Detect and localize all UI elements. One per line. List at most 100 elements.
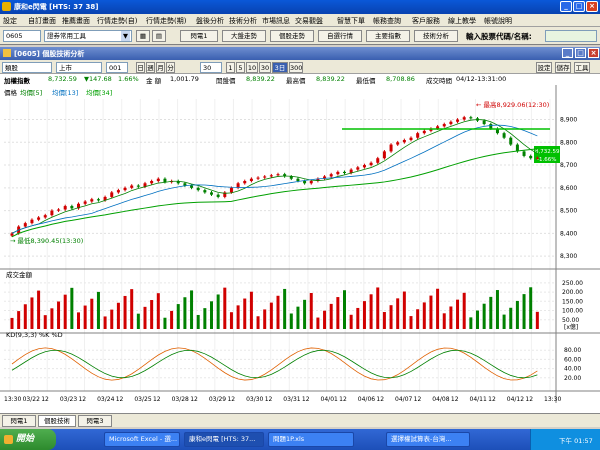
volume-bar xyxy=(130,289,134,329)
candle-body xyxy=(515,144,519,152)
period-day-button[interactable]: 日 xyxy=(136,62,145,73)
volume-bar xyxy=(316,317,320,329)
menu-item-custom-screen[interactable]: 自訂畫面 xyxy=(28,16,56,26)
volume-bar xyxy=(136,313,140,329)
period-week-button[interactable]: 週 xyxy=(146,62,155,73)
volume-tick-label: 50.00 xyxy=(562,317,579,324)
candle-body xyxy=(303,181,307,184)
volume-bar xyxy=(63,294,67,329)
market-select[interactable]: 上市 xyxy=(56,62,102,73)
tab-stock-tech[interactable]: 個股技術 xyxy=(38,415,76,427)
chevron-down-icon[interactable]: ▼ xyxy=(121,31,130,41)
menu-item-online-tutorial[interactable]: 線上教學 xyxy=(448,16,476,26)
candle-body xyxy=(362,165,366,168)
current-price-label: 8,732.59 xyxy=(535,149,560,155)
code-select[interactable]: 001 xyxy=(106,62,128,73)
last-price: 8,732.59 xyxy=(48,75,77,83)
x-tick-label: 03/29 xyxy=(209,396,226,403)
x-tick-label: 04/08 xyxy=(432,396,449,403)
save-button[interactable]: 儲存 xyxy=(555,62,571,73)
kd-d-line xyxy=(11,349,538,379)
menu-item-customer-service[interactable]: 客戶服務 xyxy=(412,16,440,26)
candle-body xyxy=(150,181,154,184)
high-label: 最高價 xyxy=(286,77,306,85)
tools-button[interactable]: 工具 xyxy=(574,62,590,73)
toolbar-button-stock[interactable]: 個股走勢 xyxy=(270,30,314,42)
toolbar-button-tech[interactable]: 技術分析 xyxy=(414,30,458,42)
menu-item-account-query[interactable]: 帳務查詢 xyxy=(373,16,401,26)
task-hts[interactable]: 康和e閃電 [HTS: 37... xyxy=(184,432,264,447)
x-tick-label: 03/28 xyxy=(172,396,189,403)
minute-5-button[interactable]: 5 xyxy=(236,62,245,73)
candle-body xyxy=(70,206,74,209)
toolbar-button-watchlist[interactable]: 自選行情 xyxy=(318,30,362,42)
menu-item-account-help[interactable]: 帳號說明 xyxy=(484,16,512,26)
kd-tick-label: 40.00 xyxy=(564,366,581,373)
chart-area[interactable]: 價格 均價[5] 均價[13] 均價[34] 成交金額 [x億] KD(9,3,… xyxy=(0,85,600,413)
x-tick-label: 12 xyxy=(116,396,124,403)
candle-body xyxy=(269,175,273,177)
candle-body xyxy=(389,144,393,152)
volume-bar xyxy=(176,304,180,329)
period-month-button[interactable]: 月 xyxy=(156,62,165,73)
window-close-button[interactable]: × xyxy=(588,48,599,58)
candle-body xyxy=(376,158,380,163)
printer-icon[interactable]: ▤ xyxy=(152,30,166,42)
volume-bar xyxy=(70,287,74,329)
volume-bar xyxy=(190,290,194,329)
menu-item-settings[interactable]: 設定 xyxy=(3,16,17,26)
settings-button[interactable]: 設定 xyxy=(536,62,552,73)
interval-select[interactable]: 30 xyxy=(200,62,222,73)
tool-dropdown[interactable]: 證券常用工具 ▼ xyxy=(44,30,132,42)
range-selected-button[interactable]: 3日 xyxy=(272,62,288,73)
low-value: 8,708.86 xyxy=(386,75,415,83)
start-button[interactable]: 開始 xyxy=(0,429,56,450)
toolbar-button-indices[interactable]: 主要指數 xyxy=(366,30,410,42)
minute-30-button[interactable]: 30 xyxy=(259,62,271,73)
minimize-button[interactable]: _ xyxy=(560,1,572,12)
menu-item-recommended[interactable]: 推薦畫面 xyxy=(62,16,90,26)
volume-bar xyxy=(329,303,333,329)
search-input[interactable] xyxy=(545,30,597,42)
minute-10-button[interactable]: 10 xyxy=(246,62,258,73)
toolbar-button-flash1[interactable]: 閃電1 xyxy=(180,30,218,42)
menu-item-smart-order[interactable]: 智慧下單 xyxy=(337,16,365,26)
toolbar-button-market[interactable]: 大盤走勢 xyxy=(222,30,266,42)
menu-bar: 設定 自訂畫面 推薦畫面 行情走勢(自) 行情走勢(期) 盤後分析 技術分析 市… xyxy=(0,14,600,27)
range-300-button[interactable]: 300 xyxy=(289,62,303,73)
volume-bar xyxy=(249,291,253,329)
window-restore-button[interactable]: □ xyxy=(575,48,586,58)
menu-item-market-info[interactable]: 市場訊息 xyxy=(262,16,290,26)
menu-item-after-hours[interactable]: 盤後分析 xyxy=(196,16,224,26)
menu-item-trading[interactable]: 交易觀盤 xyxy=(295,16,323,26)
menu-item-tech-analysis[interactable]: 技術分析 xyxy=(229,16,257,26)
task-xls-file[interactable]: 問題1P.xls xyxy=(268,432,354,447)
title-bar: 康和e閃電 [HTS: 37 38] _ □ × xyxy=(0,0,600,14)
maximize-button[interactable]: □ xyxy=(573,1,585,12)
amount-label: 金 額 xyxy=(146,77,162,85)
chart-icon[interactable]: ▦ xyxy=(136,30,150,42)
volume-bar xyxy=(10,317,14,329)
close-button[interactable]: × xyxy=(586,1,598,12)
category-select[interactable]: 類股 xyxy=(2,62,52,73)
ma5-line xyxy=(11,119,538,234)
time-value: 04/12-13:31:00 xyxy=(456,75,507,83)
stock-chart[interactable]: 價格 均價[5] 均價[13] 均價[34] 成交金額 [x億] KD(9,3,… xyxy=(0,85,600,413)
task-options-calculator[interactable]: 選擇權試算表-台灣... xyxy=(386,432,470,447)
minute-1-button[interactable]: 1 xyxy=(226,62,235,73)
tab-flash1[interactable]: 閃電1 xyxy=(2,415,36,427)
menu-item-quote-futures[interactable]: 行情走勢(期) xyxy=(146,16,186,26)
volume-bar xyxy=(43,315,47,329)
candle-body xyxy=(243,181,247,184)
task-excel[interactable]: Microsoft Excel - 選... xyxy=(104,432,180,447)
system-tray: 下午 01:57 xyxy=(530,429,600,450)
ma34-legend: 均價[34] xyxy=(86,88,112,97)
candle-body xyxy=(356,167,360,170)
window-minimize-button[interactable]: _ xyxy=(562,48,573,58)
candle-body xyxy=(343,171,346,174)
tab-flash3[interactable]: 閃電3 xyxy=(78,415,112,427)
period-minute-button[interactable]: 分 xyxy=(166,62,175,73)
x-tick-label: 12 xyxy=(451,396,459,403)
stock-code-input[interactable]: 0605 xyxy=(3,30,41,42)
menu-item-quote-stock[interactable]: 行情走勢(自) xyxy=(97,16,137,26)
